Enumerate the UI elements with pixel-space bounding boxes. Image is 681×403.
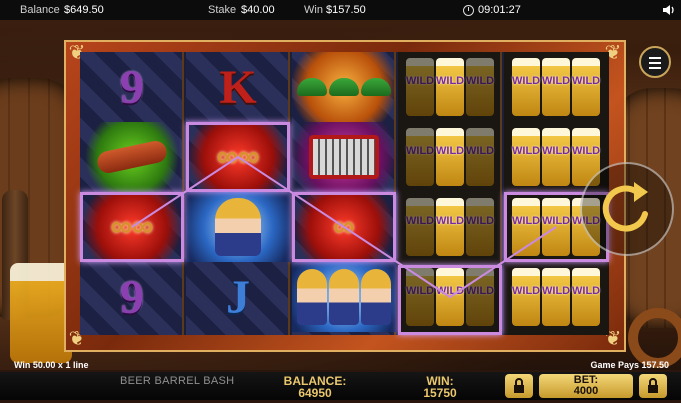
lock-icon bbox=[648, 378, 658, 393]
lock-button-right[interactable] bbox=[639, 374, 667, 398]
speaker-icon[interactable] bbox=[662, 3, 676, 17]
win-highlight-box bbox=[186, 122, 290, 192]
beer-mug-decoration bbox=[10, 263, 72, 363]
win-line-text: Win 50.00 x 1 line bbox=[14, 360, 89, 370]
clock-time: 09:01:27 bbox=[478, 4, 521, 16]
spin-button[interactable] bbox=[580, 162, 674, 256]
bottom-balance-value: 64950 bbox=[298, 386, 332, 400]
bottom-win-value: 15750 bbox=[423, 386, 457, 400]
win-highlight-box bbox=[398, 265, 502, 335]
bet-button[interactable]: BET: 4000 bbox=[539, 374, 633, 398]
win-highlight-box bbox=[80, 192, 184, 262]
stake-value: $40.00 bbox=[241, 4, 275, 16]
win-highlight-box bbox=[292, 192, 396, 262]
top-status-bar: Balance $649.50 Stake $40.00 Win $157.50… bbox=[0, 0, 681, 20]
bet-value: 4000 bbox=[573, 385, 599, 397]
win-label: Win bbox=[304, 4, 323, 16]
lock-icon bbox=[514, 378, 524, 393]
lock-button-left[interactable] bbox=[505, 374, 533, 398]
hamburger-menu-icon bbox=[649, 57, 661, 59]
clock-icon bbox=[463, 5, 474, 16]
reel-grid: 9 ∞∞ 9 K ∞∞ J ∞ WILD WILD WILD WILD WILD… bbox=[80, 52, 609, 335]
menu-button[interactable] bbox=[639, 46, 671, 78]
win-value: $157.50 bbox=[326, 4, 366, 16]
game-pays-text: Game Pays 157.50 bbox=[590, 360, 669, 370]
spin-arrow-icon bbox=[602, 182, 648, 232]
bottom-bar: BEER BARREL BASH BALANCE: 64950 WIN: 157… bbox=[0, 372, 681, 400]
balance-label: Balance bbox=[20, 4, 60, 16]
stake-label: Stake bbox=[208, 4, 237, 16]
win-line-bar: Win 50.00 x 1 line Game Pays 157.50 bbox=[0, 358, 681, 372]
balance-value: $649.50 bbox=[64, 4, 104, 16]
game-title: BEER BARREL BASH bbox=[120, 375, 235, 387]
